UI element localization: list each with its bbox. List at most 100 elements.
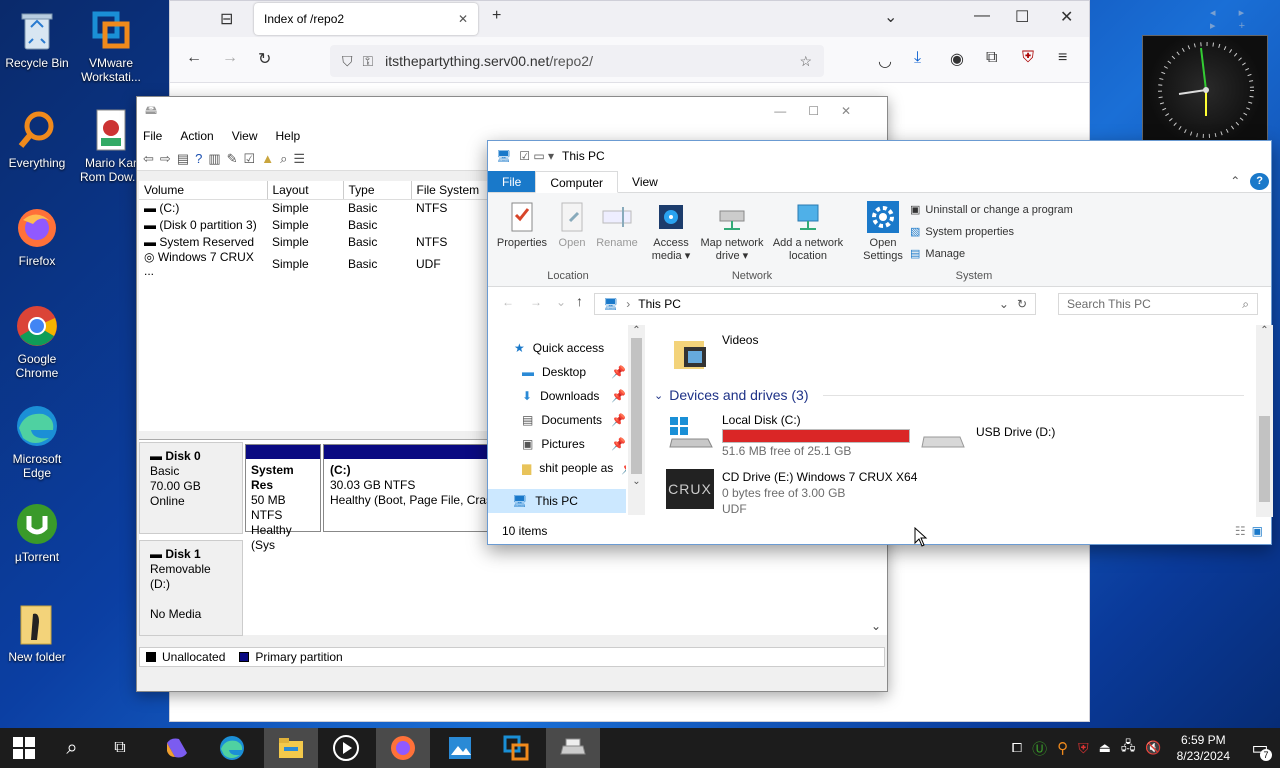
uninstall-program-button[interactable]: ▣ Uninstall or change a program [910,203,1073,217]
taskbar-file-explorer[interactable] [264,728,318,768]
desktop-icon-chrome[interactable]: Google Chrome [0,304,74,380]
task-view-button[interactable]: ⧉ [96,728,144,768]
devices-header[interactable]: ⌄ Devices and drives (3) [654,387,1244,403]
nav-desktop[interactable]: ▬ Desktop 📌 [522,365,626,379]
maximize-icon[interactable]: ☐ [1015,7,1029,27]
desktop-icon-vmware[interactable]: VMware Workstati... [74,8,148,84]
disk-1-label[interactable]: ▬ Disk 1 Removable (D:) No Media [139,540,243,636]
tab-list-icon[interactable]: ⊟ [220,9,233,29]
properties-icon[interactable]: ▥ [208,151,220,167]
account-icon[interactable]: ◉ [950,49,964,69]
close-tab-icon[interactable]: ✕ [458,12,468,26]
nav-this-pc[interactable]: 🖥 This PC [488,489,626,513]
map-network-drive-button[interactable]: Map network drive ▾ [696,201,768,263]
tab-overflow-chevron-icon[interactable]: ⌄ [884,7,897,27]
tab-file[interactable]: File [488,171,536,192]
desktop-icon-everything[interactable]: Everything [0,108,74,170]
add-network-location-button[interactable]: Add a network location [770,201,846,263]
extensions-icon[interactable]: ⧉ [986,49,997,67]
desktop-icon-firefox[interactable]: Firefox [0,206,74,268]
access-media-button[interactable]: Access media ▾ [648,201,694,263]
refresh-icon[interactable]: ↻ [1017,297,1027,311]
forward-icon[interactable]: → [222,49,238,67]
help-icon[interactable]: ? [195,151,202,166]
explorer-titlebar[interactable]: 🖥 ☑ ▭ ▾ This PC [488,141,1271,171]
local-disk-c[interactable]: Local Disk (C:) 51.6 MB free of 25.1 GB [668,413,910,459]
properties-button[interactable]: Properties [494,201,550,250]
nav-quick-access[interactable]: ★ Quick access [514,341,604,355]
recent-chevron-icon[interactable]: ⌄ [556,295,566,309]
partition-c[interactable]: (C:) 30.03 GB NTFS Healthy (Boot, Page F… [323,444,493,532]
partition-system-reserved[interactable]: System Res 50 MB NTFS Healthy (Sys [245,444,321,552]
settings-icon[interactable]: ☰ [293,151,305,167]
notification-center-button[interactable]: ▭ 7 [1240,728,1280,768]
reload-icon[interactable]: ↻ [258,49,271,69]
scroll-down-chevron-icon[interactable]: ⌄ [871,619,881,633]
column-type[interactable]: Type [343,181,412,200]
address-dropdown-icon[interactable]: ⌄ [999,297,1009,311]
tray-volume-muted-icon[interactable]: 🔇 [1140,740,1166,756]
help-icon[interactable]: ? [1250,173,1269,190]
gadget-controls[interactable]: ◂ ▸ ▸ + [1210,6,1280,32]
open-settings-button[interactable]: Open Settings [860,201,906,263]
new-tab-icon[interactable]: + [492,7,501,25]
tab-index-repo2[interactable]: Index of /repo2 ✕ [254,3,478,35]
large-icons-view-icon[interactable]: ▣ [1252,524,1263,538]
taskbar-photos[interactable] [434,728,486,768]
ublock-icon[interactable]: ⛨ [1022,49,1034,67]
column-volume[interactable]: Volume [139,181,268,200]
quick-access-toolbar[interactable]: ☑ ▭ ▾ [519,149,554,163]
shield-icon[interactable]: ⛉ [342,53,353,70]
back-icon[interactable]: ← [502,295,514,309]
collapse-ribbon-icon[interactable]: ⌃ [1222,171,1248,192]
menu-view[interactable]: View [232,129,258,143]
address-bar[interactable]: 🖥 › This PC ⌄ ↻ [594,293,1036,315]
tray-shield-icon[interactable]: ⛨ [1073,740,1094,757]
tab-view[interactable]: View [618,171,672,192]
forward-arrow-icon[interactable]: ⇨ [160,151,171,167]
tray-usb-icon[interactable]: ⏏ [1094,740,1116,756]
tray-everything-icon[interactable]: ⚲ [1052,739,1073,757]
check-icon[interactable]: ☑ [244,151,256,167]
content-scrollbar[interactable]: ⌃ [1256,325,1273,517]
search-folder-icon[interactable]: ⌕ [280,151,287,167]
back-arrow-icon[interactable]: ⇦ [143,151,154,167]
up-folder-icon[interactable]: ▲ [261,151,274,166]
nav-custom-folder[interactable]: ▆shit people as📌 [522,461,626,475]
menu-action[interactable]: Action [180,129,213,143]
taskbar-disk-management[interactable] [546,728,600,768]
desktop-icon-recycle-bin[interactable]: Recycle Bin [0,8,74,70]
taskbar-edge[interactable] [208,728,256,768]
usb-drive-d[interactable]: USB Drive (D:) [920,423,1055,453]
open-button[interactable]: Open [552,201,592,250]
nav-pictures[interactable]: ▣ Pictures 📌 [522,437,626,451]
videos-item[interactable]: Videos [672,333,758,373]
taskbar-vmware[interactable] [490,728,542,768]
menu-help[interactable]: Help [276,129,301,143]
bookmark-star-icon[interactable]: ☆ [799,53,812,70]
taskbar-media-player[interactable] [320,728,372,768]
minimize-icon[interactable]: — [974,7,990,25]
desktop-icon-new-folder[interactable]: New folder [0,602,74,664]
system-properties-button[interactable]: ▧ System properties [910,225,1014,239]
forward-icon[interactable]: → [530,295,542,309]
up-icon[interactable]: ↑ [576,293,583,309]
details-view-icon[interactable]: ☷ [1235,524,1246,538]
disk-0-label[interactable]: ▬ Disk 0 Basic 70.00 GB Online [139,442,243,534]
search-button[interactable]: ⌕ [48,728,96,768]
rename-button[interactable]: Rename [592,201,642,250]
taskbar-copilot[interactable] [152,728,200,768]
nav-scrollbar[interactable]: ⌃ ⌄ [628,325,645,515]
tray-clock[interactable]: 6:59 PM 8/23/2024 [1167,732,1240,764]
list-view-icon[interactable]: ▤ [177,151,189,167]
pocket-icon[interactable]: ◡ [878,51,892,71]
back-icon[interactable]: ← [186,49,202,67]
nav-downloads[interactable]: ⬇ Downloads 📌 [522,389,626,403]
disk-management-titlebar[interactable]: 🖴 —☐✕ [137,97,887,125]
tab-computer[interactable]: Computer [535,171,619,193]
tray-utorrent-icon[interactable]: Ⓤ [1027,738,1052,759]
window-controls[interactable]: —☐✕ [774,104,873,118]
downloads-icon[interactable]: ⤓ [914,49,921,67]
menu-icon[interactable]: ≡ [1058,49,1067,67]
tray-network-icon[interactable]: 🖧 [1116,737,1141,759]
